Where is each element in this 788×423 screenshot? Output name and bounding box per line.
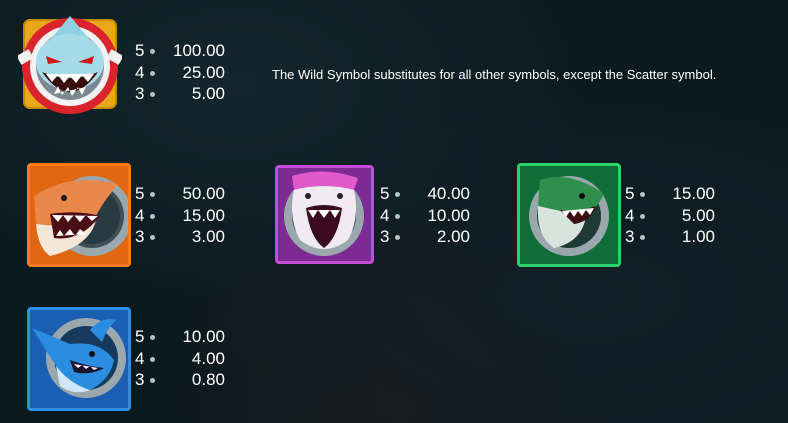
bullet-icon xyxy=(395,213,400,219)
bullet-icon xyxy=(150,235,155,240)
green-shark-icon xyxy=(517,163,621,267)
symbol-count: 4 xyxy=(625,205,635,225)
symbol-count: 3 xyxy=(135,370,145,389)
payout-value: 5.00 xyxy=(191,84,225,103)
payout-row: 5 10.00 xyxy=(135,326,225,348)
payout-value: 4.00 xyxy=(191,348,225,368)
bullet-icon xyxy=(150,92,155,97)
payout-value: 15.00 xyxy=(672,184,715,203)
payout-value: 2.00 xyxy=(436,227,470,246)
symbol-count: 5 xyxy=(135,184,145,203)
pink-shark-icon xyxy=(275,165,374,264)
blue-paytable: 5 10.00 4 4.00 3 0.80 xyxy=(135,326,225,391)
bullet-icon xyxy=(150,378,155,383)
payout-row: 4 4.00 xyxy=(135,348,225,370)
symbol-count: 5 xyxy=(380,184,390,203)
symbol-count: 3 xyxy=(135,227,145,246)
payout-value: 15.00 xyxy=(182,205,225,225)
payout-row: 3 2.00 xyxy=(380,226,470,248)
bullet-icon xyxy=(150,70,155,76)
bullet-icon xyxy=(150,356,155,362)
symbol-count: 3 xyxy=(135,84,145,103)
orange-shark-icon xyxy=(27,163,131,267)
payout-row: 4 25.00 xyxy=(135,62,225,84)
symbol-count: 4 xyxy=(380,205,390,225)
blue-swordfish-icon xyxy=(27,307,131,411)
payout-row: 3 0.80 xyxy=(135,369,225,391)
payout-value: 5.00 xyxy=(681,205,715,225)
orange-paytable: 5 50.00 4 15.00 3 3.00 xyxy=(135,183,225,248)
payout-value: 25.00 xyxy=(182,62,225,82)
wild-paytable: 5 100.00 4 25.00 3 5.00 xyxy=(135,40,225,105)
bullet-icon xyxy=(150,213,155,219)
symbol-count: 4 xyxy=(135,62,145,82)
symbol-count: 3 xyxy=(380,227,390,246)
payout-row: 3 1.00 xyxy=(625,226,715,248)
green-paytable: 5 15.00 4 5.00 3 1.00 xyxy=(625,183,715,248)
payout-value: 50.00 xyxy=(182,184,225,203)
symbol-count: 5 xyxy=(135,327,145,346)
symbol-count: 5 xyxy=(625,184,635,203)
payout-row: 5 50.00 xyxy=(135,183,225,205)
payout-value: 0.80 xyxy=(191,370,225,389)
bullet-icon xyxy=(640,213,645,219)
bullet-icon xyxy=(395,235,400,240)
payout-value: 40.00 xyxy=(427,184,470,203)
payout-value: 10.00 xyxy=(182,327,225,346)
bullet-icon xyxy=(640,192,645,197)
bullet-icon xyxy=(150,192,155,197)
payout-value: 10.00 xyxy=(427,205,470,225)
payout-row: 4 10.00 xyxy=(380,205,470,227)
payout-row: 3 3.00 xyxy=(135,226,225,248)
symbol-count: 3 xyxy=(625,227,635,246)
symbol-count: 4 xyxy=(135,205,145,225)
payout-value: 100.00 xyxy=(173,41,225,60)
payout-row: 3 5.00 xyxy=(135,83,225,105)
bullet-icon xyxy=(395,192,400,197)
payout-row: 5 15.00 xyxy=(625,183,715,205)
payout-row: 4 5.00 xyxy=(625,205,715,227)
symbol-count: 4 xyxy=(135,348,145,368)
payout-value: 1.00 xyxy=(681,227,715,246)
bullet-icon xyxy=(150,335,155,340)
bullet-icon xyxy=(640,235,645,240)
symbol-count: 5 xyxy=(135,41,145,60)
wild-shark-icon xyxy=(18,12,122,116)
payout-value: 3.00 xyxy=(191,227,225,246)
bullet-icon xyxy=(150,49,155,54)
payout-row: 5 40.00 xyxy=(380,183,470,205)
wild-description: The Wild Symbol substitutes for all othe… xyxy=(272,67,717,82)
pink-paytable: 5 40.00 4 10.00 3 2.00 xyxy=(380,183,470,248)
payout-row: 4 15.00 xyxy=(135,205,225,227)
payout-row: 5 100.00 xyxy=(135,40,225,62)
